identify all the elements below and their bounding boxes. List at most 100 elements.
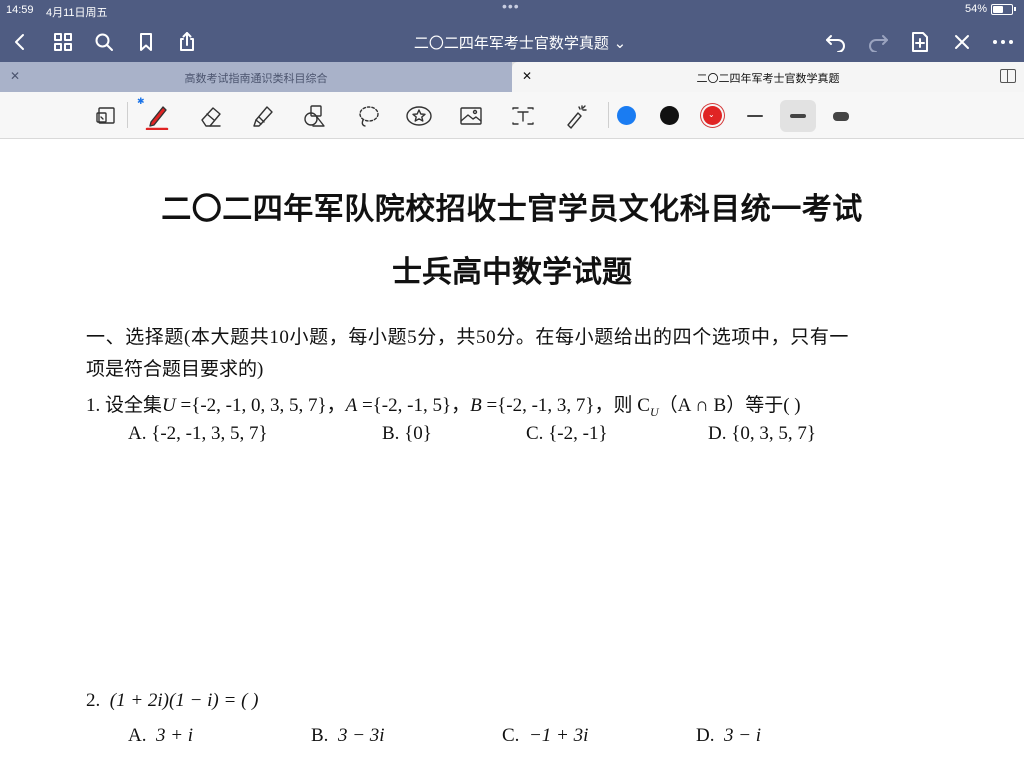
- tab-label: 高数考试指南通识类科目综合: [184, 72, 328, 85]
- set-a-value: ={-2, -1, 5}，: [357, 395, 471, 416]
- redo-icon: [869, 35, 888, 52]
- option-label: D.: [708, 423, 727, 444]
- q2-option-d: D. 3 − i: [696, 725, 761, 747]
- status-time: 14:59: [6, 4, 34, 16]
- pen-tool[interactable]: [141, 100, 173, 132]
- option-label: A.: [128, 423, 147, 444]
- question-expression: (1 + 2i)(1 − i) = ( ): [109, 690, 259, 711]
- laser-pointer-tool[interactable]: [560, 100, 592, 132]
- q1-option-c: C. {-2, -1}: [526, 423, 608, 445]
- tab-active[interactable]: ✕ 二〇二四年军考士官数学真题: [512, 62, 1024, 92]
- split-view-icon[interactable]: [1000, 69, 1016, 83]
- undo-icon: [826, 35, 845, 52]
- more-button[interactable]: [989, 28, 1017, 56]
- add-page-button[interactable]: [906, 28, 934, 56]
- status-bar: 14:59 4月11日周五 ••• 54%: [0, 0, 1024, 22]
- battery-tip: [1014, 7, 1016, 11]
- complement-subscript: U: [649, 404, 659, 419]
- set-a-symbol: A: [345, 395, 358, 416]
- option-label: C.: [526, 423, 544, 444]
- more-icon: [993, 40, 1013, 44]
- back-button[interactable]: [6, 28, 34, 56]
- sticker-icon: [406, 106, 432, 126]
- option-label: C.: [502, 725, 520, 746]
- search-button[interactable]: [90, 28, 118, 56]
- image-tool[interactable]: [455, 100, 487, 132]
- q1-option-a: A. {-2, -1, 3, 5, 7}: [128, 423, 268, 445]
- battery-percent: 54%: [964, 3, 987, 15]
- exam-title: 二〇二四年军队院校招收士官学员文化科目统一考试: [161, 192, 863, 227]
- search-icon: [95, 33, 113, 51]
- thin-line-icon: [747, 115, 763, 117]
- thick-line-icon: [833, 111, 849, 121]
- document-title-menu[interactable]: 二〇二四年军考士官数学真题 ⌄: [340, 32, 700, 53]
- multitasking-dots-icon[interactable]: •••: [502, 0, 520, 14]
- undo-button[interactable]: [822, 28, 850, 56]
- text-tool[interactable]: [507, 100, 539, 132]
- close-tools-button[interactable]: [948, 28, 976, 56]
- section-instructions-line1: 一、选择题(本大题共10小题，每小题5分，共50分。在每小题给出的四个选项中，只…: [86, 327, 850, 348]
- highlighter-tool[interactable]: [247, 100, 279, 132]
- bookmark-button[interactable]: [132, 28, 160, 56]
- battery-icon: [991, 3, 1013, 15]
- question-number: 1.: [86, 395, 101, 416]
- thumbnails-button[interactable]: [49, 28, 77, 56]
- battery-fill: [993, 5, 1003, 13]
- pen-icon: [145, 106, 169, 130]
- set-b-symbol: B: [470, 395, 482, 416]
- tab-inactive[interactable]: ✕ 高数考试指南通识类科目综合: [0, 62, 512, 92]
- option-text: {-2, -1}: [548, 423, 608, 444]
- battery-indicator: 54%: [965, 3, 1016, 15]
- shapes-tool[interactable]: [299, 100, 331, 132]
- stroke-width-thin[interactable]: [737, 100, 773, 132]
- set-u-value: ={-2, -1, 0, 3, 5, 7}，: [175, 395, 346, 416]
- page-select-icon: [96, 107, 115, 124]
- sticker-tool[interactable]: [403, 100, 435, 132]
- lasso-tool[interactable]: [352, 100, 384, 132]
- color-swatch-red[interactable]: ⌄: [703, 106, 722, 125]
- stroke-width-medium[interactable]: [780, 100, 816, 132]
- question-1: 1. 设全集U ={-2, -1, 0, 3, 5, 7}，A ={-2, -1…: [86, 390, 801, 420]
- tab-label: 二〇二四年军考士官数学真题: [696, 72, 840, 85]
- complement-expression: （A ∩ B）等于( ): [658, 395, 801, 416]
- share-button[interactable]: [173, 28, 201, 56]
- shapes-icon: [304, 105, 325, 127]
- chevron-down-icon: ⌄: [708, 110, 715, 119]
- toolbar-divider: [127, 102, 128, 128]
- q2-option-a: A. 3 + i: [128, 725, 193, 747]
- set-b-value: ={-2, -1, 3, 7}，则: [481, 395, 638, 416]
- document-page[interactable]: 二〇二四年军队院校招收士官学员文化科目统一考试 士兵高中数学试题 一、选择题(本…: [0, 139, 1024, 768]
- back-icon: [15, 34, 24, 50]
- exam-subtitle: 士兵高中数学试题: [392, 255, 632, 290]
- lasso-icon: [359, 106, 379, 127]
- navigation-bar: 二〇二四年军考士官数学真题 ⌄: [0, 22, 1024, 62]
- q1-option-b: B. {0}: [382, 423, 432, 445]
- image-icon: [460, 107, 482, 125]
- option-text: 3 + i: [155, 725, 194, 746]
- annotation-toolbar: ✱ ⌄: [0, 92, 1024, 139]
- color-swatch-blue[interactable]: [617, 106, 636, 125]
- redo-button[interactable]: [864, 28, 892, 56]
- option-label: B.: [382, 423, 400, 444]
- laser-pointer-icon: [567, 105, 587, 129]
- option-text: −1 + 3i: [528, 725, 589, 746]
- bookmark-icon: [140, 33, 152, 51]
- eraser-tool[interactable]: [195, 100, 227, 132]
- q1-option-d: D. {0, 3, 5, 7}: [708, 423, 816, 445]
- q2-option-c: C. −1 + 3i: [502, 725, 588, 747]
- option-label: B.: [311, 725, 329, 746]
- stroke-width-thick[interactable]: [823, 100, 859, 132]
- highlighter-icon: [253, 106, 273, 127]
- color-swatch-black[interactable]: [660, 106, 679, 125]
- question-2: 2. (1 + 2i)(1 − i) = ( ): [86, 690, 258, 712]
- add-page-icon: [912, 32, 928, 52]
- page-select-tool[interactable]: [90, 100, 122, 132]
- tab-bar: ✕ 高数考试指南通识类科目综合 ✕ 二〇二四年军考士官数学真题: [0, 62, 1024, 92]
- option-text: {-2, -1, 3, 5, 7}: [151, 423, 268, 444]
- eraser-icon: [201, 107, 221, 127]
- option-text: 3 − i: [723, 725, 762, 746]
- complement-symbol: C: [637, 395, 650, 416]
- question-number: 2.: [86, 690, 101, 711]
- status-date: 4月11日周五: [46, 7, 108, 19]
- close-icon: [955, 35, 969, 49]
